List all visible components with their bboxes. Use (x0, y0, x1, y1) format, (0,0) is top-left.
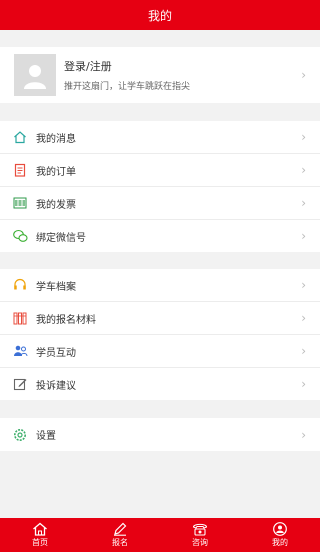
tab-label: 报名 (112, 538, 128, 547)
edit-icon (12, 376, 28, 392)
clipboard-icon (12, 162, 28, 178)
menu-item-label: 我的消息 (36, 133, 76, 145)
user-icon (273, 522, 287, 536)
menu-item-label: 我的报名材料 (36, 314, 96, 326)
menu-item-label: 我的发票 (36, 199, 76, 211)
gear-icon (12, 427, 28, 443)
default-avatar-icon (24, 65, 46, 89)
barcode-icon (12, 195, 28, 211)
tab-label: 首页 (32, 538, 48, 547)
menu-item-messages[interactable]: 我的消息 › (0, 121, 320, 154)
menu-item-complaints-suggestions[interactable]: 投诉建议 › (0, 368, 320, 400)
chevron-right-icon: › (301, 163, 306, 177)
menu-item-label: 投诉建议 (36, 380, 76, 392)
page-header: 我的 (0, 0, 320, 30)
menu-group-settings: 设置 › (0, 418, 320, 451)
tab-label: 我的 (272, 538, 288, 547)
menu-item-invoices[interactable]: 我的发票 › (0, 187, 320, 220)
page-title: 我的 (147, 8, 172, 23)
menu-group-account: 我的消息 › 我的订单 › 我的发票 › 绑定微信号 › (0, 121, 320, 252)
phone-icon (192, 523, 208, 536)
menu-item-label: 学车档案 (36, 281, 76, 293)
login-register-card[interactable]: 登录/注册 推开这扇门，让学车跳跃在指尖 › (0, 47, 320, 103)
login-register-title: 登录/注册 (64, 60, 112, 73)
pen-icon (114, 522, 127, 536)
menu-item-label: 绑定微信号 (36, 232, 86, 244)
menu-item-student-interaction[interactable]: 学员互动 › (0, 335, 320, 368)
login-register-subtitle: 推开这扇门，让学车跳跃在指尖 (64, 82, 191, 92)
home-icon (12, 129, 28, 145)
home-icon (33, 522, 47, 536)
menu-item-label: 设置 (36, 431, 56, 442)
chevron-right-icon: › (301, 130, 306, 144)
tab-home[interactable]: 首页 (0, 518, 80, 552)
chevron-right-icon: › (301, 68, 306, 82)
chevron-right-icon: › (301, 278, 306, 292)
menu-item-label: 学员互动 (36, 347, 76, 359)
menu-item-orders[interactable]: 我的订单 › (0, 154, 320, 187)
tab-consult[interactable]: 咨询 (160, 518, 240, 552)
chevron-right-icon: › (301, 377, 306, 391)
menu-item-driving-records[interactable]: 学车档案 › (0, 269, 320, 302)
chevron-right-icon: › (301, 344, 306, 358)
menu-item-label: 我的订单 (36, 166, 76, 178)
tab-label: 咨询 (192, 538, 208, 547)
menu-group-learning: 学车档案 › 我的报名材料 › 学员互动 › 投诉建议 › (0, 269, 320, 400)
books-icon (12, 310, 28, 326)
menu-item-bind-wechat[interactable]: 绑定微信号 › (0, 220, 320, 252)
avatar (14, 54, 56, 96)
people-icon (12, 343, 28, 359)
headset-icon (12, 277, 28, 293)
chevron-right-icon: › (301, 229, 306, 243)
bottom-tab-bar: 首页 报名 咨询 我的 (0, 518, 320, 552)
menu-item-registration-materials[interactable]: 我的报名材料 › (0, 302, 320, 335)
tab-signup[interactable]: 报名 (80, 518, 160, 552)
chevron-right-icon: › (301, 196, 306, 210)
tab-mine[interactable]: 我的 (240, 518, 320, 552)
chevron-right-icon: › (301, 311, 306, 325)
menu-item-settings[interactable]: 设置 › (0, 418, 320, 451)
chevron-right-icon: › (301, 427, 306, 442)
wechat-icon (12, 228, 28, 244)
